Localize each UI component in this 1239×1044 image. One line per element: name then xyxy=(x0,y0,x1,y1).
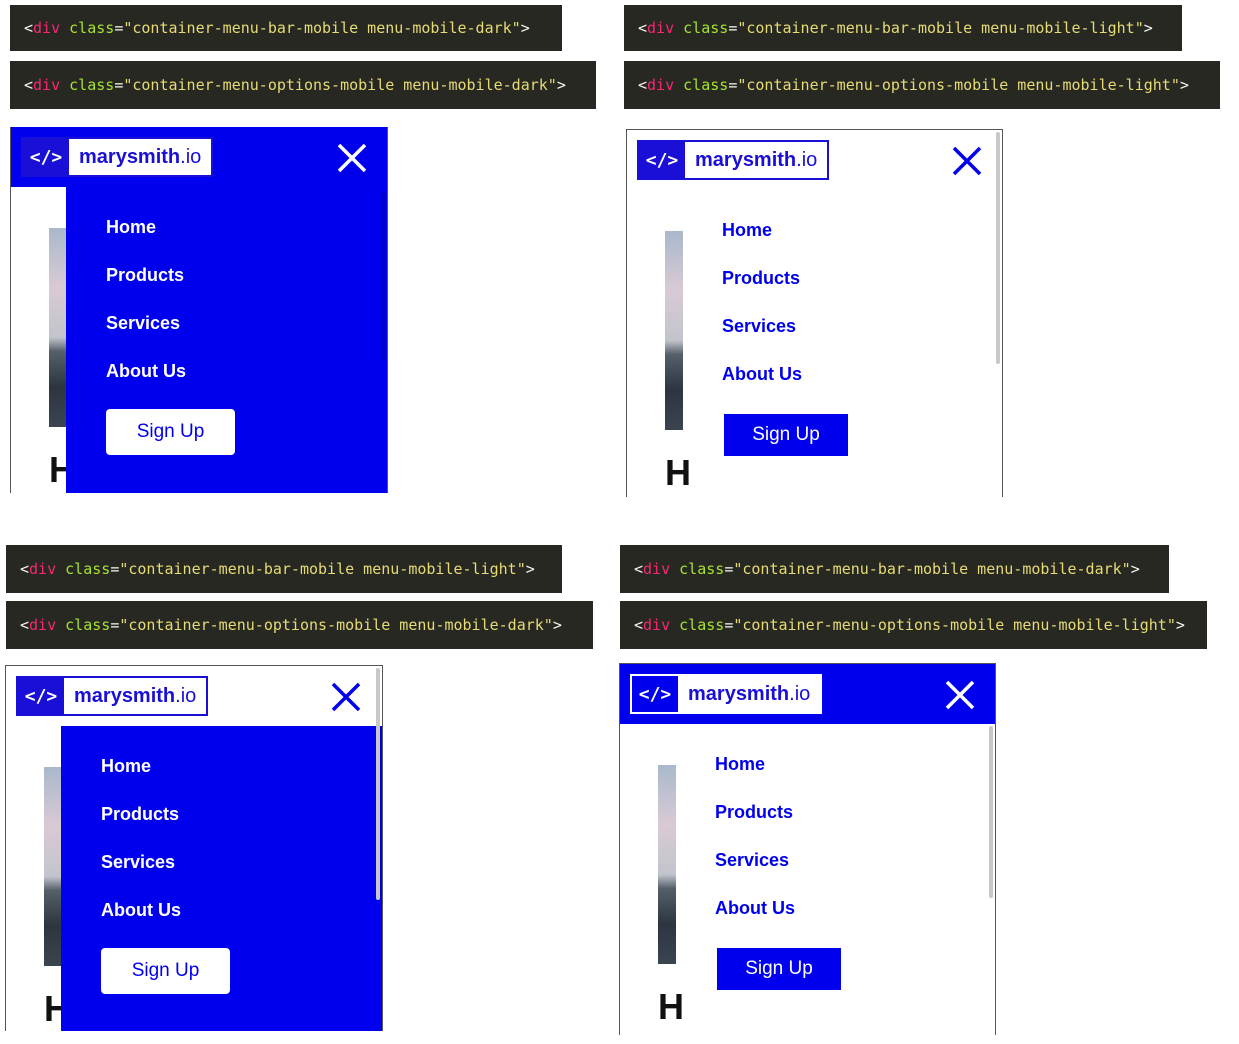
menu-item-home[interactable]: Home xyxy=(722,220,772,241)
menu-item-services[interactable]: Services xyxy=(722,316,796,337)
menu-options: Home Products Services About Us Sign Up xyxy=(675,724,995,1035)
menu-options: Home Products Services About Us Sign Up xyxy=(66,187,387,493)
logo-text: marysmith .io xyxy=(69,139,212,175)
hero-image xyxy=(44,767,62,966)
menu-bar: </> marysmith .io xyxy=(6,666,382,726)
logo-text: marysmith .io xyxy=(678,676,821,712)
sign-up-button[interactable]: Sign Up xyxy=(717,948,841,990)
menu-bar: </> marysmith .io xyxy=(627,130,1002,190)
menu-item-products[interactable]: Products xyxy=(106,265,184,286)
menu-bar: </> marysmith .io xyxy=(620,664,995,724)
close-icon[interactable] xyxy=(943,678,977,712)
close-icon[interactable] xyxy=(950,144,984,178)
code-snippet-bar-class: < div class = "container-menu-bar-mobile me… xyxy=(10,5,562,51)
menu-item-home[interactable]: Home xyxy=(715,754,765,775)
mobile-preview-dark-dark: H </> marysmith .io Home Products Service… xyxy=(10,127,388,493)
code-snippet-options-class: < div class = "container-menu-options-mobil… xyxy=(10,61,596,109)
menu-bar: </> marysmith .io xyxy=(11,127,387,187)
hero-image xyxy=(665,231,683,430)
code-snippet-bar-class: < div class = "container-menu-bar-mobile me… xyxy=(6,545,562,593)
code-snippet-options-class: < div class = "container-menu-options-mobil… xyxy=(624,61,1220,109)
menu-item-about-us[interactable]: About Us xyxy=(106,361,186,382)
scrollbar[interactable] xyxy=(381,191,385,361)
mobile-preview-dark-light: H </> marysmith .io Home Products Service… xyxy=(619,663,996,1035)
close-icon[interactable] xyxy=(329,680,363,714)
logo-text: marysmith .io xyxy=(685,142,828,178)
logo[interactable]: </> marysmith .io xyxy=(630,674,823,714)
code-brackets-icon: </> xyxy=(632,676,678,712)
code-snippet-bar-class: < div class = "container-menu-bar-mobile me… xyxy=(624,5,1182,51)
code-snippet-options-class: < div class = "container-menu-options-mobil… xyxy=(620,601,1207,649)
menu-options: Home Products Services About Us Sign Up xyxy=(61,726,382,1031)
sign-up-button[interactable]: Sign Up xyxy=(101,948,230,994)
code-snippet-options-class: < div class = "container-menu-options-mobil… xyxy=(6,601,593,649)
menu-item-products[interactable]: Products xyxy=(101,804,179,825)
menu-item-services[interactable]: Services xyxy=(101,852,175,873)
hero-image xyxy=(658,765,676,964)
close-icon[interactable] xyxy=(335,141,369,175)
code-brackets-icon: </> xyxy=(639,142,685,178)
sign-up-button[interactable]: Sign Up xyxy=(106,409,235,455)
menu-item-services[interactable]: Services xyxy=(106,313,180,334)
mobile-preview-light-light: H </> marysmith .io Home Products Service… xyxy=(626,129,1003,497)
menu-options: Home Products Services About Us Sign Up xyxy=(682,190,1002,497)
logo[interactable]: </> marysmith .io xyxy=(637,140,830,180)
menu-item-home[interactable]: Home xyxy=(101,756,151,777)
menu-item-services[interactable]: Services xyxy=(715,850,789,871)
hero-image xyxy=(49,228,67,427)
scrollbar[interactable] xyxy=(989,726,993,898)
logo[interactable]: </> marysmith .io xyxy=(21,137,214,177)
sign-up-button[interactable]: Sign Up xyxy=(724,414,848,456)
menu-item-about-us[interactable]: About Us xyxy=(101,900,181,921)
code-snippet-bar-class: < div class = "container-menu-bar-mobile me… xyxy=(620,545,1169,593)
menu-item-products[interactable]: Products xyxy=(722,268,800,289)
logo[interactable]: </> marysmith .io xyxy=(16,676,209,716)
menu-item-products[interactable]: Products xyxy=(715,802,793,823)
scrollbar[interactable] xyxy=(996,132,1000,364)
code-brackets-icon: </> xyxy=(23,139,69,175)
menu-item-about-us[interactable]: About Us xyxy=(715,898,795,919)
logo-text: marysmith .io xyxy=(64,678,207,714)
scrollbar[interactable] xyxy=(376,668,380,900)
menu-item-home[interactable]: Home xyxy=(106,217,156,238)
mobile-preview-light-dark: H </> marysmith .io Home Products Service… xyxy=(5,665,383,1031)
menu-item-about-us[interactable]: About Us xyxy=(722,364,802,385)
code-brackets-icon: </> xyxy=(18,678,64,714)
